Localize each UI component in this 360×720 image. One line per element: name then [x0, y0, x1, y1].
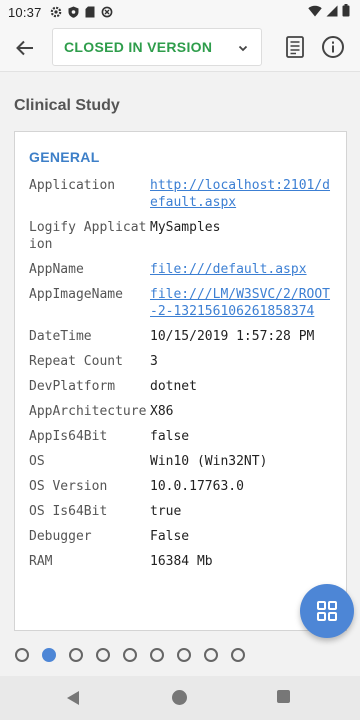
page-title: Clinical Study — [14, 97, 120, 114]
property-value-link[interactable]: file:///default.aspx — [150, 261, 335, 278]
page-dot[interactable] — [231, 648, 245, 662]
property-row: RAM 16384 Mb — [29, 553, 339, 570]
data-saver-icon — [101, 6, 113, 18]
shield-icon — [68, 6, 79, 18]
property-row: OS Version 10.0.17763.0 — [29, 478, 339, 495]
property-row: DevPlatform dotnet — [29, 378, 339, 395]
property-key: AppIs64Bit — [29, 429, 108, 444]
general-card: GENERAL Application http://localhost:210… — [14, 131, 347, 631]
nav-back-button[interactable] — [66, 690, 80, 711]
report-icon — [286, 36, 304, 58]
property-value: 10.0.17763.0 — [150, 479, 244, 494]
system-nav-bar — [0, 676, 360, 720]
wifi-icon — [308, 5, 322, 20]
grid-apps-icon — [317, 601, 337, 621]
properties-list: Application http://localhost:2101/defaul… — [29, 177, 339, 578]
property-row: Debugger False — [29, 528, 339, 545]
property-key: OS Is64Bit — [29, 504, 108, 519]
nav-recents-button[interactable] — [277, 690, 290, 703]
property-key: RAM — [29, 554, 53, 569]
page-dot[interactable] — [96, 648, 110, 662]
page-dot[interactable] — [123, 648, 137, 662]
apps-fab-button[interactable] — [300, 584, 354, 638]
property-key: AppName — [29, 262, 84, 277]
chevron-down-icon — [238, 45, 248, 52]
property-value-link[interactable]: http://localhost:2101/default.aspx — [150, 177, 335, 211]
arrow-back-icon — [16, 40, 33, 56]
property-value: MySamples — [150, 220, 221, 235]
battery-icon — [342, 4, 350, 20]
property-value-link[interactable]: file:///LM/W3SVC/2/ROOT-2-13215610626185… — [150, 286, 335, 320]
property-row: AppImageName file:///LM/W3SVC/2/ROOT-2-1… — [29, 286, 339, 320]
property-key: DevPlatform — [29, 379, 116, 394]
back-button[interactable] — [12, 35, 38, 61]
info-icon — [322, 36, 344, 58]
property-value: Win10 (Win32NT) — [150, 454, 268, 469]
property-row: OS Is64Bit true — [29, 503, 339, 520]
property-key: Debugger — [29, 529, 92, 544]
page-dot[interactable] — [177, 648, 191, 662]
property-value: X86 — [150, 404, 174, 419]
property-row: Logify Application MySamples — [29, 219, 339, 253]
status-bar: 10:37 — [0, 0, 360, 24]
property-key: Logify Application — [29, 220, 147, 252]
property-key: AppArchitecture — [29, 404, 147, 419]
signal-icon — [326, 5, 338, 20]
page-indicator — [15, 648, 245, 662]
property-value: False — [150, 529, 190, 544]
page-dot[interactable] — [204, 648, 218, 662]
property-value: false — [150, 429, 190, 444]
property-row: Repeat Count 3 — [29, 353, 339, 370]
property-row: AppName file:///default.aspx — [29, 261, 339, 278]
property-value: dotnet — [150, 379, 197, 394]
gear-icon — [50, 6, 62, 18]
property-value: 3 — [150, 354, 158, 369]
toolbar: CLOSED IN VERSION — [0, 24, 360, 72]
property-row: AppIs64Bit false — [29, 428, 339, 445]
sd-card-icon — [85, 6, 95, 18]
property-value: 10/15/2019 1:57:28 PM — [150, 329, 315, 344]
property-row: DateTime 10/15/2019 1:57:28 PM — [29, 328, 339, 345]
status-dropdown[interactable]: CLOSED IN VERSION — [52, 28, 262, 66]
property-key: Repeat Count — [29, 354, 123, 369]
property-key: OS — [29, 454, 45, 469]
section-title: GENERAL — [29, 149, 100, 165]
report-button[interactable] — [286, 36, 308, 60]
nav-home-button[interactable] — [172, 690, 187, 705]
status-time: 10:37 — [8, 4, 42, 20]
property-row: OS Win10 (Win32NT) — [29, 453, 339, 470]
property-key: OS Version — [29, 479, 108, 494]
property-value: 16384 Mb — [150, 554, 213, 569]
page-dot-active[interactable] — [42, 648, 56, 662]
property-value: true — [150, 504, 182, 519]
property-key: Application — [29, 178, 116, 193]
property-key: AppImageName — [29, 287, 123, 302]
page-dot[interactable] — [150, 648, 164, 662]
property-key: DateTime — [29, 329, 92, 344]
triangle-back-icon — [67, 691, 79, 705]
property-row: Application http://localhost:2101/defaul… — [29, 177, 339, 211]
status-dropdown-value: CLOSED IN VERSION — [64, 39, 213, 55]
property-row: AppArchitecture X86 — [29, 403, 339, 420]
info-button[interactable] — [321, 35, 345, 59]
page-dot[interactable] — [69, 648, 83, 662]
page-dot[interactable] — [15, 648, 29, 662]
